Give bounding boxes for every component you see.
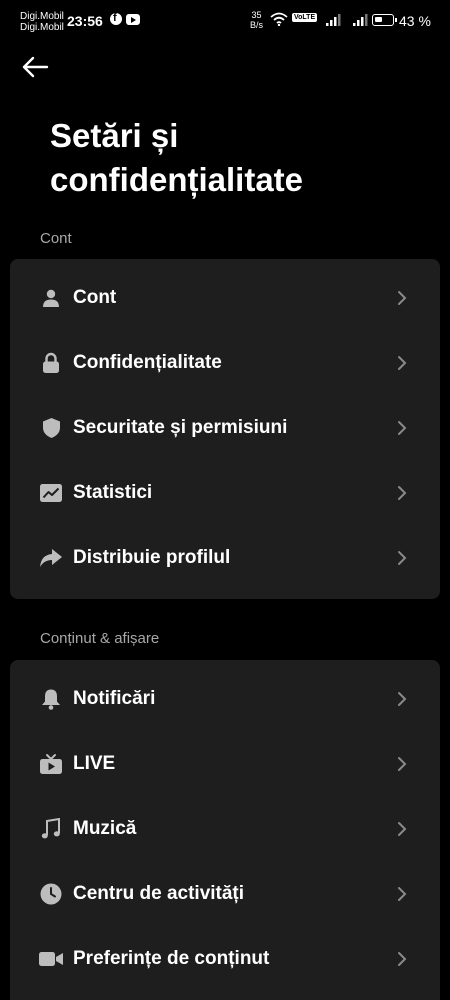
- settings-item-label: Notificări: [73, 688, 156, 709]
- settings-item-label: LIVE: [73, 753, 116, 774]
- shield-icon: [39, 416, 63, 440]
- trend-chart-icon: [39, 481, 63, 505]
- net-speed-unit: B/s: [250, 20, 264, 30]
- signal-icon-2: [353, 14, 368, 26]
- settings-item-label: Confidențialitate: [73, 352, 222, 373]
- settings-item-confidentialitate[interactable]: Confidențialitate: [10, 331, 440, 395]
- settings-item-label: Preferințe de conținut: [73, 948, 270, 969]
- settings-item-securitate[interactable]: Securitate și permisiuni: [10, 396, 440, 460]
- settings-item-statistici[interactable]: Statistici: [10, 461, 440, 525]
- tv-icon: [39, 752, 63, 776]
- clock-icon: [39, 882, 63, 906]
- youtube-icon: [126, 14, 140, 25]
- net-speed: 35 B/s: [250, 10, 263, 30]
- settings-card-continut-afisare: Notificări LIVE Muzică Centru de activit…: [10, 660, 440, 1000]
- section-title-cont: Cont: [40, 230, 72, 247]
- chevron-right-icon: [395, 418, 409, 438]
- video-camera-icon: [39, 947, 63, 971]
- settings-card-cont: Cont Confidențialitate Securitate și per…: [10, 259, 440, 599]
- section-title-continut-afisare: Conținut & afișare: [40, 630, 160, 647]
- carrier-2: Digi.Mobil: [20, 22, 64, 33]
- music-note-icon: [39, 817, 63, 841]
- settings-item-cont[interactable]: Cont: [10, 266, 440, 330]
- back-button[interactable]: [18, 52, 52, 82]
- settings-item-label: Cont: [73, 287, 117, 308]
- chevron-right-icon: [395, 548, 409, 568]
- chevron-right-icon: [395, 353, 409, 373]
- settings-item-distribuie-profilul[interactable]: Distribuie profilul: [10, 526, 440, 590]
- page-title: Setări și confidențialitate: [50, 117, 304, 198]
- share-arrow-icon: [39, 546, 63, 570]
- settings-item-preferinte-de-continut[interactable]: Preferințe de conținut: [10, 927, 440, 991]
- settings-item-muzica[interactable]: Muzică: [10, 797, 440, 861]
- signal-icon: [326, 14, 341, 26]
- chevron-right-icon: [395, 689, 409, 709]
- arrow-left-icon: [22, 56, 49, 78]
- settings-item-centru-de-activitati[interactable]: Centru de activități: [10, 862, 440, 926]
- wifi-icon: [270, 12, 288, 26]
- bell-icon: [39, 687, 63, 711]
- lock-icon: [39, 351, 63, 375]
- carrier-names: Digi.Mobil Digi.Mobil: [20, 11, 64, 33]
- person-icon: [39, 286, 63, 310]
- settings-item-label: Centru de activități: [73, 883, 245, 904]
- settings-item-label: Muzică: [73, 818, 137, 839]
- clock: 23:56: [67, 13, 103, 29]
- carrier-1: Digi.Mobil: [20, 11, 64, 22]
- status-bar: Digi.Mobil Digi.Mobil 23:56 35 B/s VoLTE…: [0, 0, 450, 40]
- net-speed-value: 35: [251, 10, 262, 20]
- chevron-right-icon: [395, 754, 409, 774]
- chevron-right-icon: [395, 884, 409, 904]
- chevron-right-icon: [395, 819, 409, 839]
- settings-item-notificari[interactable]: Notificări: [10, 667, 440, 731]
- settings-item-label: Distribuie profilul: [73, 547, 231, 568]
- battery-percent: 43 %: [399, 13, 431, 29]
- settings-item-label: Statistici: [73, 482, 153, 503]
- battery-icon: [372, 14, 397, 26]
- volte-badge: VoLTE: [292, 13, 318, 22]
- chevron-right-icon: [395, 483, 409, 503]
- chevron-right-icon: [395, 288, 409, 308]
- facebook-icon: [110, 12, 122, 25]
- settings-item-live[interactable]: LIVE: [10, 732, 440, 796]
- settings-item-label: Securitate și permisiuni: [73, 417, 288, 438]
- chevron-right-icon: [395, 949, 409, 969]
